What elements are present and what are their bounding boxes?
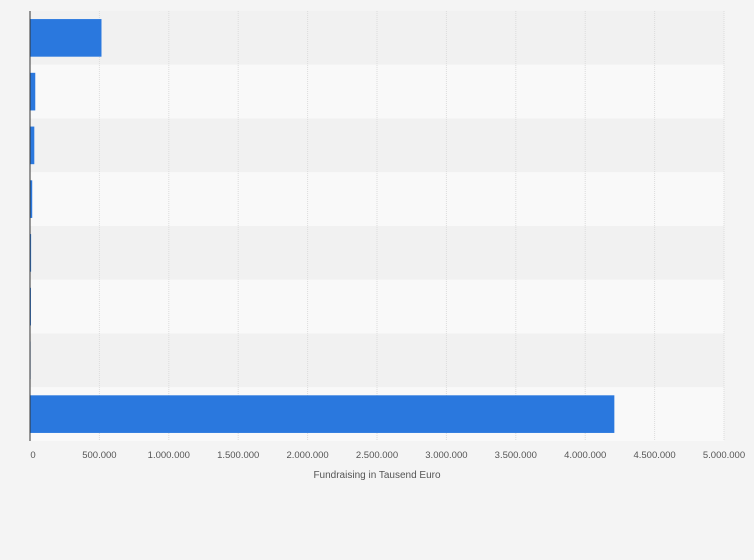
x-tick-label-4: 2.000.000	[286, 450, 328, 461]
x-tick-label-6: 3.000.000	[425, 450, 467, 461]
x-tick-label-3: 1.500.000	[217, 450, 259, 461]
x-tick-label-7: 3.500.000	[495, 450, 537, 461]
x-tick-label-0: 0	[30, 450, 35, 461]
x-tick-label-1: 500.000	[82, 450, 116, 461]
x-tick-labels: 0 500.000 1.000.000 1.500.000 2.000.000 2.500…	[30, 450, 745, 461]
bar-1	[30, 19, 102, 57]
x-axis-title: Fundraising in Tausend Euro	[313, 470, 441, 481]
x-tick-label-5: 2.500.000	[356, 450, 398, 461]
bar-2	[30, 72, 36, 111]
bar-chart: 0 500.000 1.000.000 1.500.000 2.000.000 2.500…	[29, 11, 745, 481]
bar-3	[30, 126, 35, 165]
x-tick-label-8: 4.000.000	[564, 450, 606, 461]
x-tick-label-2: 1.000.000	[148, 450, 190, 461]
bar-8	[30, 395, 615, 433]
x-tick-label-9: 4.500.000	[633, 450, 675, 461]
x-tick-label-10: 5.000.000	[703, 450, 745, 461]
